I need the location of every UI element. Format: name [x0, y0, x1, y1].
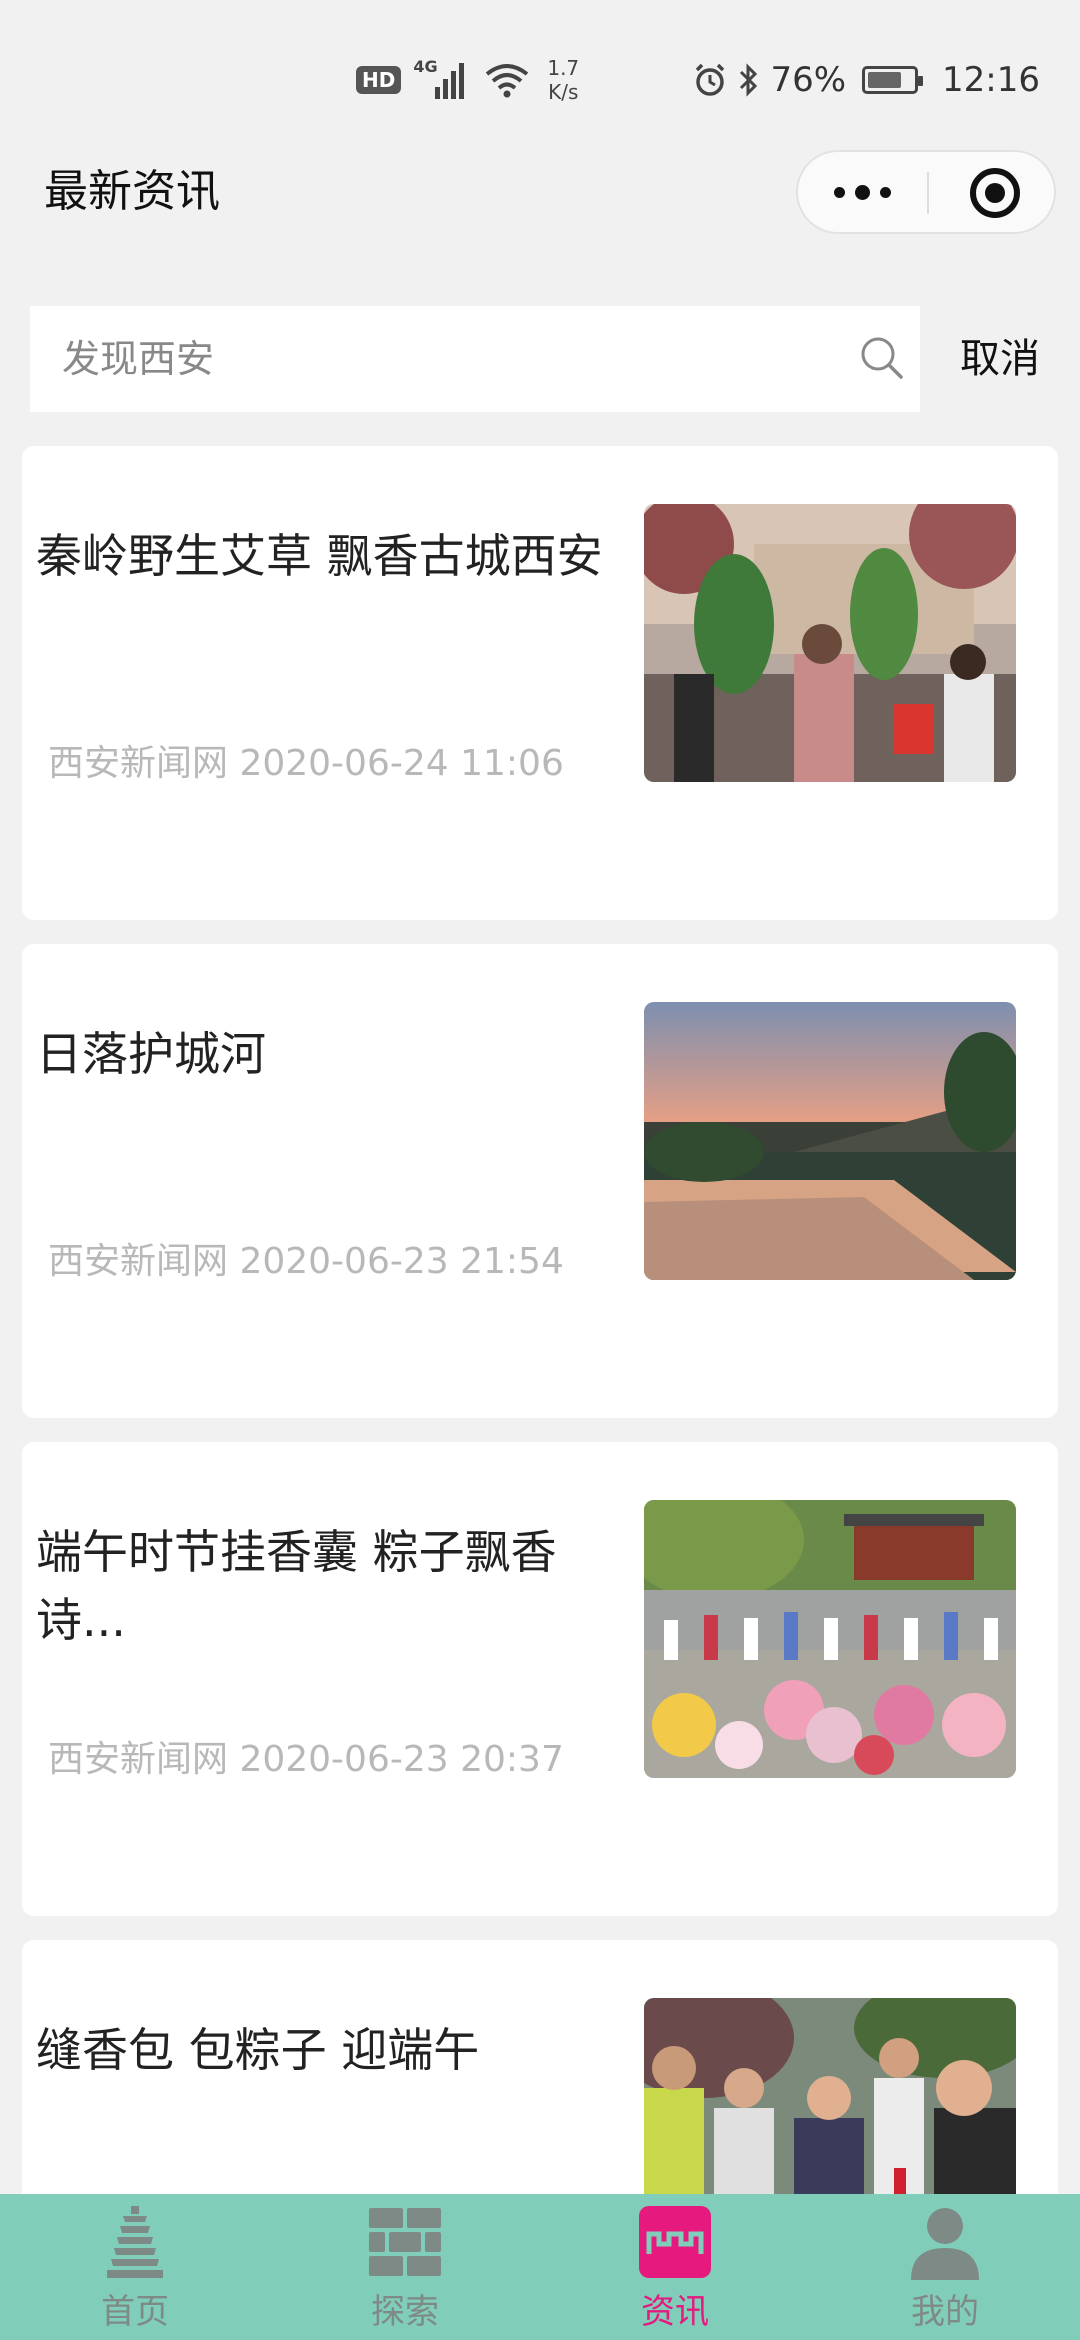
news-meta: 西安新闻网 2020-06-23 21:54 [48, 1241, 564, 1282]
bluetooth-icon [740, 63, 758, 97]
close-miniprogram-button[interactable] [970, 168, 1020, 218]
tab-label: 探索 [371, 2292, 439, 2332]
tab-home[interactable]: 首页 [0, 2194, 270, 2340]
user-icon [911, 2208, 979, 2280]
alarm-icon [696, 63, 725, 96]
news-list: 秦岭野生艾草 飘香古城西安 西安新闻网 2020-06-24 11:06 日落护… [22, 446, 1058, 2340]
search-icon[interactable] [858, 334, 906, 382]
net-speed-unit: K/s [548, 80, 579, 104]
tab-label: 资讯 [641, 2292, 709, 2332]
news-icon [639, 2206, 711, 2278]
search-input[interactable] [62, 306, 862, 412]
hd-badge: HD [356, 66, 402, 94]
news-title: 秦岭野生艾草 飘香古城西安 [36, 529, 603, 583]
nav-bar: 最新资讯 [0, 150, 1080, 270]
news-thumbnail [644, 1002, 1016, 1280]
status-left: HD 4G 1.7 K/s [356, 52, 579, 108]
cancel-button[interactable]: 取消 [960, 306, 1040, 412]
page-title: 最新资讯 [44, 166, 220, 217]
more-button[interactable] [798, 152, 926, 232]
news-thumbnail [644, 504, 1016, 782]
miniprogram-capsule [796, 150, 1056, 234]
tab-label: 首页 [101, 2292, 169, 2332]
tab-news[interactable]: 资讯 [540, 2194, 810, 2340]
news-meta: 西安新闻网 2020-06-24 11:06 [48, 743, 564, 784]
more-dot [879, 186, 891, 198]
signal-icon: 4G [413, 57, 473, 103]
battery-percent: 76% [770, 60, 847, 100]
news-meta: 西安新闻网 2020-06-23 20:37 [48, 1739, 564, 1780]
more-dot [833, 186, 845, 198]
wall-icon [369, 2208, 441, 2276]
net-speed-value: 1.7 [547, 56, 580, 80]
pagoda-icon [107, 2206, 163, 2278]
battery-icon [862, 66, 924, 94]
tab-bar: 首页 探索 资讯 我的 [0, 2194, 1080, 2340]
search-bar [30, 306, 920, 412]
clock: 12:16 [942, 60, 1040, 100]
battery-fill [868, 72, 902, 88]
news-title: 端午时节挂香囊 粽子飘香诗... [36, 1525, 557, 1647]
news-thumbnail [644, 1500, 1016, 1778]
capsule-divider [927, 172, 929, 214]
more-dot [854, 184, 870, 200]
status-right: 76% 12:16 [692, 52, 1040, 108]
network-type: 4G [413, 57, 438, 76]
news-title: 日落护城河 [36, 1027, 266, 1081]
news-card[interactable]: 秦岭野生艾草 飘香古城西安 西安新闻网 2020-06-24 11:06 [22, 446, 1058, 920]
news-card[interactable]: 日落护城河 西安新闻网 2020-06-23 21:54 [22, 944, 1058, 1418]
tab-mine[interactable]: 我的 [810, 2194, 1080, 2340]
net-speed: 1.7 K/s [547, 56, 579, 104]
tab-explore[interactable]: 探索 [270, 2194, 540, 2340]
news-card[interactable]: 端午时节挂香囊 粽子飘香诗... 西安新闻网 2020-06-23 20:37 [22, 1442, 1058, 1916]
news-title: 缝香包 包粽子 迎端午 [36, 2023, 480, 2077]
tab-label: 我的 [911, 2292, 979, 2332]
status-bar: HD 4G 1.7 K/s 76% 12:16 [0, 0, 1080, 150]
wifi-icon [486, 64, 529, 98]
